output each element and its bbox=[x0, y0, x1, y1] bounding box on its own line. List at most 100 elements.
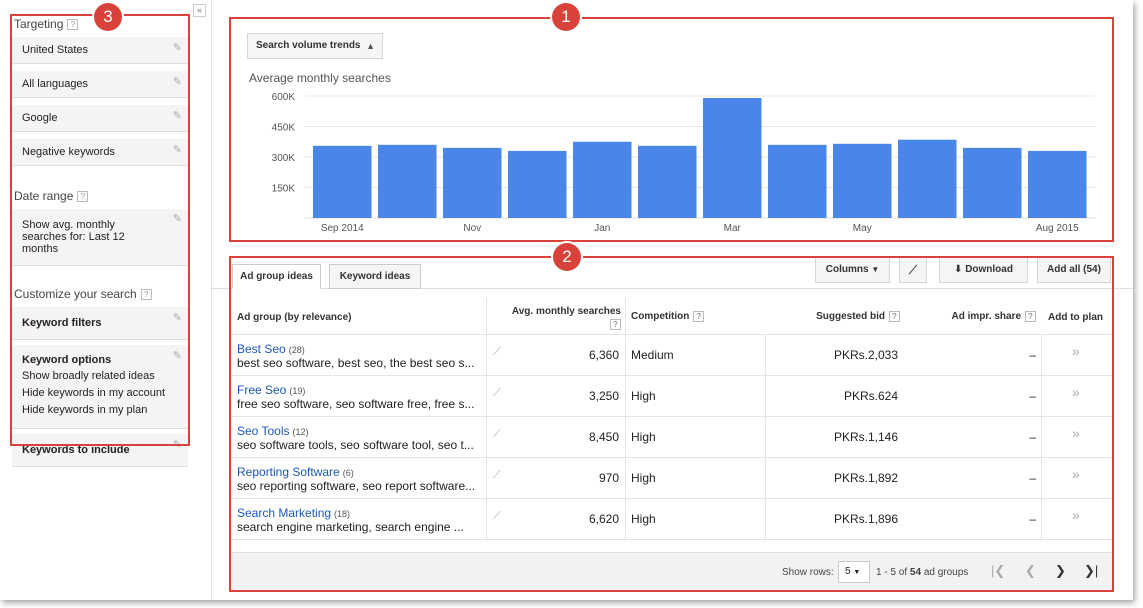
ad-group-link[interactable]: Free Seo (19) bbox=[237, 383, 305, 397]
help-icon[interactable]: ? bbox=[693, 311, 705, 322]
rows-per-page-select[interactable]: 5 ▼ bbox=[838, 561, 870, 583]
chart-bar bbox=[703, 98, 762, 218]
pencil-icon[interactable]: ✎ bbox=[173, 75, 182, 88]
columns-button[interactable]: Columns ▼ bbox=[815, 257, 890, 283]
table-row: Search Marketing (18) search engine market… bbox=[232, 498, 1112, 539]
ad-group-name: Seo Tools bbox=[237, 424, 290, 438]
pencil-icon[interactable]: ✎ bbox=[173, 213, 182, 225]
chart-bar bbox=[443, 147, 502, 218]
suggested-bid: PKRs.624 bbox=[843, 389, 898, 403]
ad-group-name: Free Seo bbox=[237, 383, 287, 397]
customize-heading: Customize your search? bbox=[10, 284, 190, 306]
chart-bar bbox=[638, 145, 697, 218]
ad-group-name: Reporting Software bbox=[237, 465, 340, 479]
trend-sparkline-icon[interactable]: ⟋ bbox=[493, 428, 501, 441]
rows-per-page-value: 5 bbox=[845, 566, 851, 577]
competition-value: High bbox=[631, 471, 656, 485]
add-to-plan-icon[interactable]: » bbox=[1072, 384, 1080, 400]
prev-page-icon[interactable]: ❮ bbox=[1025, 563, 1036, 579]
ad-group-link[interactable]: Reporting Software (6) bbox=[237, 465, 354, 479]
targeting-language[interactable]: All languages ✎ bbox=[12, 70, 188, 98]
line-chart-icon: ⟋ bbox=[908, 263, 918, 277]
first-page-icon[interactable]: |❮ bbox=[991, 563, 1005, 579]
add-to-plan-icon[interactable]: » bbox=[1072, 425, 1080, 441]
suggested-bid: PKRs.2,033 bbox=[833, 348, 898, 362]
keyword-list: seo software tools, seo software tool, s… bbox=[237, 438, 474, 452]
help-icon[interactable]: ? bbox=[67, 19, 79, 31]
ad-impr-share: – bbox=[1029, 512, 1036, 526]
tab-keyword-ideas[interactable]: Keyword ideas bbox=[329, 264, 421, 289]
trend-sparkline-icon[interactable]: ⟋ bbox=[493, 510, 501, 523]
table-row: Free Seo (19) free seo software, seo softw… bbox=[232, 375, 1112, 416]
date-range-title: Date range bbox=[14, 189, 74, 203]
keyword-option-item: Hide keywords in my plan bbox=[22, 404, 148, 416]
avg-monthly-searches: 8,450 bbox=[588, 430, 619, 444]
x-tick-label: May bbox=[853, 223, 872, 234]
tab-ad-group-ideas[interactable]: Ad group ideas bbox=[232, 264, 321, 289]
chart-toggle-button[interactable]: ⟋ bbox=[899, 257, 927, 283]
keyword-count: (12) bbox=[292, 427, 309, 437]
help-icon[interactable]: ? bbox=[610, 319, 621, 330]
keyword-list: seo reporting software, seo report softw… bbox=[237, 479, 476, 493]
next-page-icon[interactable]: ❯ bbox=[1055, 563, 1066, 579]
pagination-range: 1 - 5 of 54 ad groups bbox=[876, 567, 968, 578]
help-icon[interactable]: ? bbox=[1025, 311, 1036, 322]
chart-bar bbox=[573, 141, 632, 218]
keywords-to-include[interactable]: Keywords to include ✎ bbox=[12, 433, 188, 467]
table-row: Seo Tools (12) seo software tools, seo sof… bbox=[232, 416, 1112, 457]
header-searches-label: Avg. monthly searches bbox=[511, 306, 621, 317]
help-icon[interactable]: ? bbox=[77, 191, 89, 203]
pencil-icon[interactable]: ✎ bbox=[173, 311, 182, 324]
ad-impr-share: – bbox=[1029, 430, 1036, 444]
last-page-icon[interactable]: ❯| bbox=[1084, 563, 1098, 579]
date-range-value: Show avg. monthly searches for: Last 12 … bbox=[22, 219, 125, 255]
add-to-plan-icon[interactable]: » bbox=[1072, 507, 1080, 523]
keyword-count: (6) bbox=[342, 468, 354, 478]
competition-value: High bbox=[631, 512, 656, 526]
targeting-location[interactable]: United States ✎ bbox=[12, 36, 188, 64]
pencil-icon[interactable]: ✎ bbox=[173, 438, 182, 451]
keyword-count: (19) bbox=[289, 386, 306, 396]
pagination-footer: Show rows: 5 ▼ 1 - 5 of 54 ad groups |❮ … bbox=[232, 552, 1112, 590]
collapse-sidebar-icon[interactable]: « bbox=[193, 4, 206, 17]
trend-sparkline-icon[interactable]: ⟋ bbox=[493, 346, 501, 359]
x-tick-label: Sep 2014 bbox=[321, 223, 364, 234]
chart-bar bbox=[963, 147, 1022, 218]
targeting-negative-keywords[interactable]: Negative keywords ✎ bbox=[12, 138, 188, 166]
dropdown-arrow-icon: ▼ bbox=[853, 569, 861, 576]
trend-sparkline-icon[interactable]: ⟋ bbox=[493, 387, 501, 400]
annotation-badge-2: 2 bbox=[553, 243, 581, 271]
search-volume-trends-button[interactable]: Search volume trends ▲ bbox=[247, 33, 383, 59]
pencil-icon[interactable]: ✎ bbox=[173, 349, 182, 362]
pencil-icon[interactable]: ✎ bbox=[173, 143, 182, 156]
pencil-icon[interactable]: ✎ bbox=[173, 109, 182, 122]
targeting-network[interactable]: Google ✎ bbox=[12, 104, 188, 132]
keyword-filters[interactable]: Keyword filters ✎ bbox=[12, 306, 188, 340]
add-to-plan-icon[interactable]: » bbox=[1072, 466, 1080, 482]
date-range-selector[interactable]: Show avg. monthly searches for: Last 12 … bbox=[12, 208, 188, 266]
competition-value: Medium bbox=[631, 348, 674, 362]
ad-group-link[interactable]: Search Marketing (18) bbox=[237, 506, 350, 520]
table-row: Reporting Software (6) seo reporting softw… bbox=[232, 457, 1112, 498]
keyword-list: best seo software, best seo, the best se… bbox=[237, 356, 475, 370]
help-icon[interactable]: ? bbox=[140, 289, 152, 301]
keyword-options[interactable]: Keyword options Show broadly related ide… bbox=[12, 344, 188, 429]
trend-sparkline-icon[interactable]: ⟋ bbox=[493, 469, 501, 482]
avg-monthly-searches: 3,250 bbox=[588, 389, 619, 403]
pencil-icon[interactable]: ✎ bbox=[173, 41, 182, 54]
ad-impr-share: – bbox=[1029, 471, 1036, 485]
chart-bar bbox=[378, 144, 437, 218]
keywords-to-include-label: Keywords to include bbox=[22, 444, 130, 456]
ad-group-link[interactable]: Best Seo (28) bbox=[237, 342, 305, 356]
help-icon[interactable]: ? bbox=[889, 311, 900, 322]
add-to-plan-icon[interactable]: » bbox=[1072, 343, 1080, 359]
add-all-button[interactable]: Add all (54) bbox=[1037, 257, 1111, 283]
keyword-filters-label: Keyword filters bbox=[22, 317, 102, 329]
keyword-option-item: Show broadly related ideas bbox=[22, 370, 155, 382]
chart-bar bbox=[1028, 150, 1087, 218]
download-button[interactable]: ⬇ Download bbox=[939, 257, 1028, 283]
sort-arrows-icon: ▲ bbox=[366, 41, 375, 51]
avg-monthly-searches: 6,360 bbox=[588, 348, 619, 362]
x-tick-label: Mar bbox=[724, 223, 742, 234]
ad-group-link[interactable]: Seo Tools (12) bbox=[237, 424, 309, 438]
